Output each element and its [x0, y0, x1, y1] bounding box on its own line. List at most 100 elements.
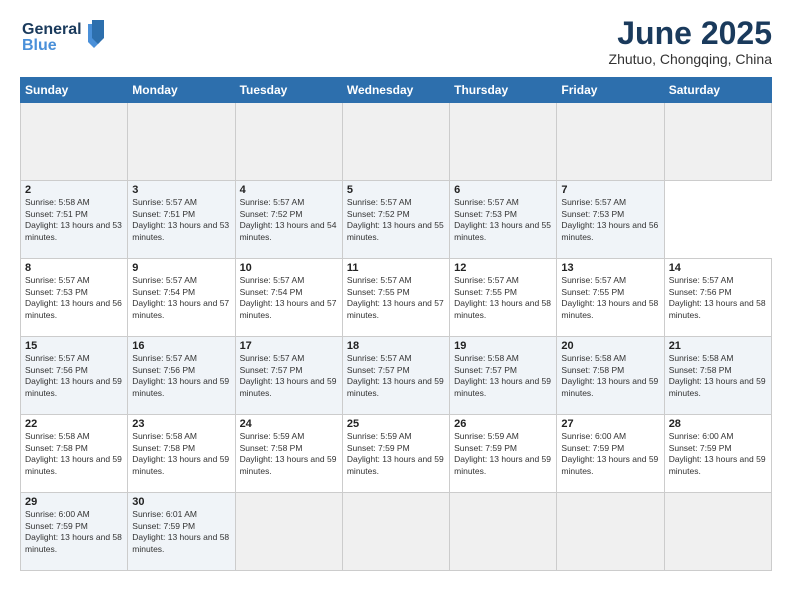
logo: General Blue: [20, 16, 110, 65]
calendar-cell: [235, 103, 342, 181]
day-number: 23: [132, 418, 230, 430]
calendar-cell: 14Sunrise: 5:57 AMSunset: 7:56 PMDayligh…: [664, 259, 771, 337]
day-info: Sunrise: 5:57 AMSunset: 7:55 PMDaylight:…: [454, 275, 551, 319]
calendar-cell: 20Sunrise: 5:58 AMSunset: 7:58 PMDayligh…: [557, 337, 664, 415]
day-info: Sunrise: 5:57 AMSunset: 7:55 PMDaylight:…: [347, 275, 444, 319]
day-number: 29: [25, 496, 123, 508]
day-info: Sunrise: 5:58 AMSunset: 7:51 PMDaylight:…: [25, 197, 122, 241]
calendar-cell: [128, 103, 235, 181]
day-info: Sunrise: 5:58 AMSunset: 7:57 PMDaylight:…: [454, 353, 551, 397]
calendar-cell: 28Sunrise: 6:00 AMSunset: 7:59 PMDayligh…: [664, 415, 771, 493]
calendar-cell: 16Sunrise: 5:57 AMSunset: 7:56 PMDayligh…: [128, 337, 235, 415]
day-number: 20: [561, 340, 659, 352]
col-wednesday: Wednesday: [342, 78, 449, 103]
day-number: 18: [347, 340, 445, 352]
calendar-cell: 15Sunrise: 5:57 AMSunset: 7:56 PMDayligh…: [21, 337, 128, 415]
day-info: Sunrise: 5:57 AMSunset: 7:56 PMDaylight:…: [25, 353, 122, 397]
calendar-cell: [450, 493, 557, 571]
calendar-cell: 3Sunrise: 5:57 AMSunset: 7:51 PMDaylight…: [128, 181, 235, 259]
calendar-cell: 4Sunrise: 5:57 AMSunset: 7:52 PMDaylight…: [235, 181, 342, 259]
day-info: Sunrise: 6:00 AMSunset: 7:59 PMDaylight:…: [669, 431, 766, 475]
day-number: 12: [454, 262, 552, 274]
page: General Blue June 2025 Zhutuo, Chongqing…: [0, 0, 792, 612]
day-info: Sunrise: 5:59 AMSunset: 7:59 PMDaylight:…: [454, 431, 551, 475]
calendar-cell: [557, 493, 664, 571]
day-number: 16: [132, 340, 230, 352]
day-number: 22: [25, 418, 123, 430]
day-info: Sunrise: 5:57 AMSunset: 7:56 PMDaylight:…: [669, 275, 766, 319]
calendar-cell: 26Sunrise: 5:59 AMSunset: 7:59 PMDayligh…: [450, 415, 557, 493]
day-number: 24: [240, 418, 338, 430]
day-number: 30: [132, 496, 230, 508]
day-number: 13: [561, 262, 659, 274]
day-number: 25: [347, 418, 445, 430]
calendar-cell: [557, 103, 664, 181]
col-friday: Friday: [557, 78, 664, 103]
calendar-cell: 12Sunrise: 5:57 AMSunset: 7:55 PMDayligh…: [450, 259, 557, 337]
col-monday: Monday: [128, 78, 235, 103]
col-thursday: Thursday: [450, 78, 557, 103]
calendar-cell: 29Sunrise: 6:00 AMSunset: 7:59 PMDayligh…: [21, 493, 128, 571]
table-row: 15Sunrise: 5:57 AMSunset: 7:56 PMDayligh…: [21, 337, 772, 415]
header: General Blue June 2025 Zhutuo, Chongqing…: [20, 16, 772, 67]
col-tuesday: Tuesday: [235, 78, 342, 103]
calendar-cell: [664, 103, 771, 181]
day-number: 21: [669, 340, 767, 352]
day-info: Sunrise: 5:57 AMSunset: 7:51 PMDaylight:…: [132, 197, 229, 241]
day-info: Sunrise: 5:58 AMSunset: 7:58 PMDaylight:…: [132, 431, 229, 475]
day-info: Sunrise: 5:59 AMSunset: 7:59 PMDaylight:…: [347, 431, 444, 475]
day-number: 26: [454, 418, 552, 430]
day-info: Sunrise: 5:57 AMSunset: 7:57 PMDaylight:…: [240, 353, 337, 397]
day-number: 28: [669, 418, 767, 430]
day-number: 9: [132, 262, 230, 274]
day-info: Sunrise: 5:57 AMSunset: 7:54 PMDaylight:…: [240, 275, 337, 319]
svg-text:General: General: [22, 21, 82, 38]
calendar-cell: 30Sunrise: 6:01 AMSunset: 7:59 PMDayligh…: [128, 493, 235, 571]
calendar-cell: 8Sunrise: 5:57 AMSunset: 7:53 PMDaylight…: [21, 259, 128, 337]
calendar-cell: 24Sunrise: 5:59 AMSunset: 7:58 PMDayligh…: [235, 415, 342, 493]
day-number: 3: [132, 184, 230, 196]
day-info: Sunrise: 5:57 AMSunset: 7:53 PMDaylight:…: [561, 197, 658, 241]
title-block: June 2025 Zhutuo, Chongqing, China: [609, 16, 772, 67]
svg-text:Blue: Blue: [22, 37, 57, 54]
calendar-cell: 25Sunrise: 5:59 AMSunset: 7:59 PMDayligh…: [342, 415, 449, 493]
day-number: 14: [669, 262, 767, 274]
calendar-table: Sunday Monday Tuesday Wednesday Thursday…: [20, 77, 772, 571]
day-info: Sunrise: 5:58 AMSunset: 7:58 PMDaylight:…: [561, 353, 658, 397]
calendar-cell: [664, 493, 771, 571]
calendar-cell: 5Sunrise: 5:57 AMSunset: 7:52 PMDaylight…: [342, 181, 449, 259]
day-info: Sunrise: 6:01 AMSunset: 7:59 PMDaylight:…: [132, 509, 229, 553]
day-info: Sunrise: 6:00 AMSunset: 7:59 PMDaylight:…: [561, 431, 658, 475]
calendar-cell: [342, 103, 449, 181]
day-number: 19: [454, 340, 552, 352]
day-number: 8: [25, 262, 123, 274]
day-number: 27: [561, 418, 659, 430]
day-info: Sunrise: 5:57 AMSunset: 7:56 PMDaylight:…: [132, 353, 229, 397]
calendar-cell: 10Sunrise: 5:57 AMSunset: 7:54 PMDayligh…: [235, 259, 342, 337]
day-info: Sunrise: 5:58 AMSunset: 7:58 PMDaylight:…: [25, 431, 122, 475]
calendar-cell: 19Sunrise: 5:58 AMSunset: 7:57 PMDayligh…: [450, 337, 557, 415]
day-info: Sunrise: 5:57 AMSunset: 7:55 PMDaylight:…: [561, 275, 658, 319]
day-number: 15: [25, 340, 123, 352]
calendar-cell: 13Sunrise: 5:57 AMSunset: 7:55 PMDayligh…: [557, 259, 664, 337]
table-row: 22Sunrise: 5:58 AMSunset: 7:58 PMDayligh…: [21, 415, 772, 493]
day-number: 7: [561, 184, 659, 196]
calendar-cell: 22Sunrise: 5:58 AMSunset: 7:58 PMDayligh…: [21, 415, 128, 493]
calendar-cell: [235, 493, 342, 571]
day-info: Sunrise: 5:57 AMSunset: 7:57 PMDaylight:…: [347, 353, 444, 397]
header-row: Sunday Monday Tuesday Wednesday Thursday…: [21, 78, 772, 103]
day-info: Sunrise: 5:57 AMSunset: 7:53 PMDaylight:…: [454, 197, 551, 241]
day-number: 6: [454, 184, 552, 196]
calendar-title: June 2025: [609, 16, 772, 51]
calendar-cell: [450, 103, 557, 181]
table-row: 2Sunrise: 5:58 AMSunset: 7:51 PMDaylight…: [21, 181, 772, 259]
table-row: 29Sunrise: 6:00 AMSunset: 7:59 PMDayligh…: [21, 493, 772, 571]
day-info: Sunrise: 5:59 AMSunset: 7:58 PMDaylight:…: [240, 431, 337, 475]
calendar-cell: 9Sunrise: 5:57 AMSunset: 7:54 PMDaylight…: [128, 259, 235, 337]
calendar-cell: 6Sunrise: 5:57 AMSunset: 7:53 PMDaylight…: [450, 181, 557, 259]
day-number: 10: [240, 262, 338, 274]
calendar-cell: 11Sunrise: 5:57 AMSunset: 7:55 PMDayligh…: [342, 259, 449, 337]
calendar-cell: 2Sunrise: 5:58 AMSunset: 7:51 PMDaylight…: [21, 181, 128, 259]
day-info: Sunrise: 6:00 AMSunset: 7:59 PMDaylight:…: [25, 509, 122, 553]
calendar-cell: [21, 103, 128, 181]
